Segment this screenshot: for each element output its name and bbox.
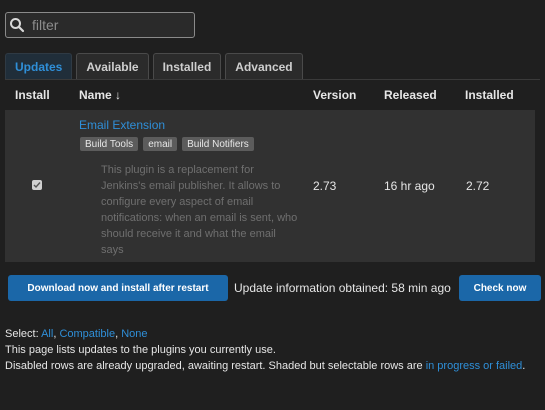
header-installed[interactable]: Installed (465, 88, 514, 102)
update-info-text: Update information obtained: 58 min ago (234, 281, 451, 295)
checkbox-icon (33, 182, 41, 189)
tab-divider (5, 79, 540, 80)
select-all-link[interactable]: All (41, 328, 53, 340)
footer-help: Select: All, Compatible, None This page … (5, 326, 540, 374)
select-sep: , (53, 328, 57, 340)
header-released[interactable]: Released (384, 88, 437, 102)
label-badge[interactable]: Build Tools (80, 137, 139, 151)
help-line-3: Disabled rows are already upgraded, awai… (5, 358, 540, 374)
select-sep: , (115, 328, 119, 340)
header-version[interactable]: Version (313, 88, 356, 102)
header-name[interactable]: Name ↓ (79, 88, 121, 102)
in-progress-link[interactable]: in progress or failed (426, 360, 523, 372)
tab-bar: Updates Available Installed Advanced (5, 53, 303, 79)
table-row: Email Extension Build Tools email Build … (5, 110, 535, 262)
filter-input[interactable] (28, 17, 186, 33)
search-icon (6, 17, 28, 33)
table-header: Install Name ↓ Version Released Installe… (5, 82, 540, 108)
plugin-installed-version: 2.72 (466, 179, 490, 193)
plugin-released: 16 hr ago (384, 179, 435, 193)
label-badge[interactable]: Build Notifiers (182, 137, 254, 151)
plugin-version: 2.73 (313, 179, 337, 193)
select-line: Select: All, Compatible, None (5, 326, 540, 342)
plugin-name-link[interactable]: Email Extension (79, 118, 165, 132)
help-line-2: This page lists updates to the plugins y… (5, 344, 276, 356)
tab-installed[interactable]: Installed (152, 53, 222, 79)
select-prefix: Select: (5, 328, 39, 340)
filter-box[interactable] (5, 12, 195, 38)
select-compatible-link[interactable]: Compatible (59, 328, 115, 340)
download-install-button[interactable]: Download now and install after restart (8, 275, 228, 301)
install-checkbox[interactable] (32, 180, 42, 190)
tab-advanced[interactable]: Advanced (225, 53, 303, 79)
help-line-3-text: Disabled rows are already upgraded, awai… (5, 360, 423, 372)
check-now-button[interactable]: Check now (459, 275, 541, 301)
help-line-3-suffix: . (522, 360, 526, 372)
tab-updates[interactable]: Updates (5, 53, 73, 79)
select-none-link[interactable]: None (121, 328, 147, 340)
plugin-description: This plugin is a replacement for Jenkins… (101, 164, 298, 256)
label-badge[interactable]: email (143, 137, 178, 151)
tab-available[interactable]: Available (76, 53, 149, 79)
header-install[interactable]: Install (15, 88, 50, 102)
plugin-labels: Build Tools email Build Notifiers (80, 137, 254, 151)
